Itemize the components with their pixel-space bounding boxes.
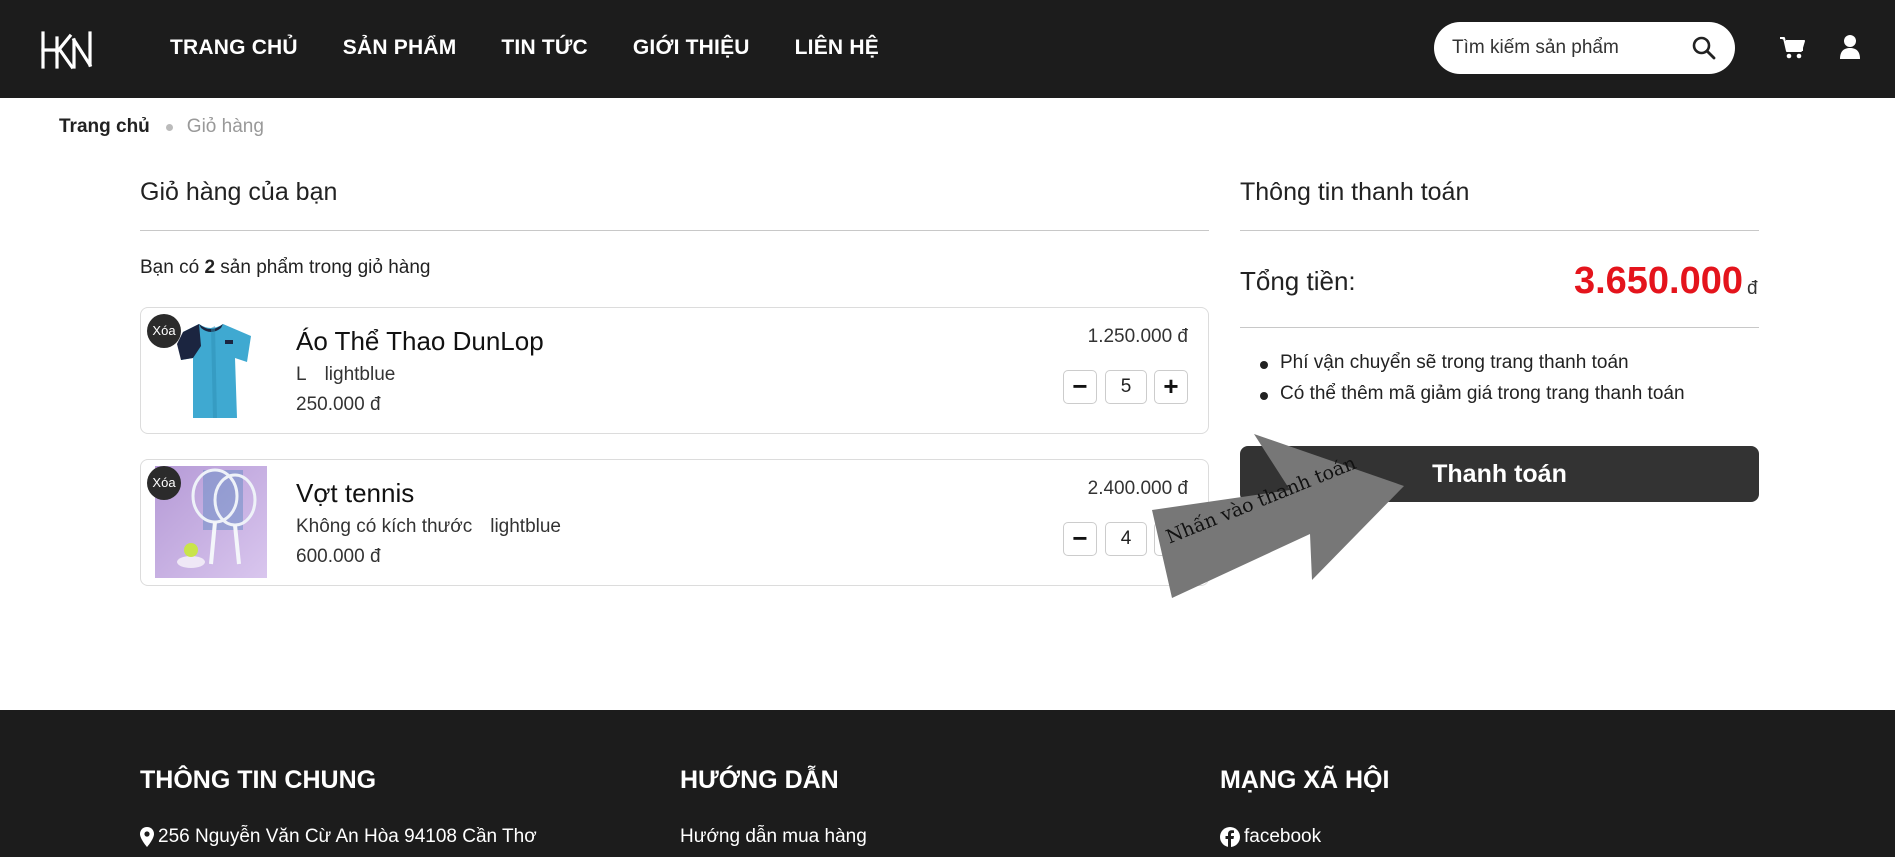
quantity-input[interactable]: [1105, 522, 1147, 556]
cart-item: Xóa Áo Thể Thao DunLop Llightblue 250.00…: [140, 307, 1209, 434]
footer-heading-social: MẠNG XÃ HỘI: [1220, 766, 1390, 794]
item-line-total: 1.250.000 đ: [1087, 326, 1188, 347]
item-variant: Llightblue: [296, 364, 395, 386]
item-variant: Không có kích thước lightblue: [296, 516, 561, 538]
footer-guide-link[interactable]: Hướng dẫn mua hàng: [680, 826, 867, 848]
cart-count-number: 2: [204, 257, 216, 278]
footer-facebook-link[interactable]: facebook: [1220, 826, 1321, 848]
remove-item-button[interactable]: Xóa: [147, 466, 181, 500]
cart-count-text: Bạn có 2 sản phẩm trong giỏ hàng: [140, 257, 431, 278]
breadcrumb-current: Giỏ hàng: [186, 116, 264, 137]
item-unit-price: 600.000 đ: [296, 546, 381, 567]
item-color: lightblue: [324, 364, 396, 385]
search-box: [1434, 22, 1735, 74]
logo[interactable]: [40, 30, 96, 70]
item-name[interactable]: Vợt tennis: [296, 478, 414, 509]
nav-item-about[interactable]: GIỚI THIỆU: [633, 36, 750, 60]
quantity-increase-button[interactable]: +: [1154, 370, 1188, 404]
cart-title: Giỏ hàng của bạn: [140, 178, 338, 206]
nav-item-contact[interactable]: LIÊN HỆ: [795, 36, 879, 60]
breadcrumb-separator: [165, 123, 173, 131]
search-input[interactable]: [1452, 35, 1682, 61]
cart-icon[interactable]: [1779, 36, 1805, 60]
total-label: Tổng tiền:: [1240, 266, 1356, 296]
cart-divider: [140, 230, 1209, 231]
search-icon[interactable]: [1690, 34, 1718, 62]
user-icon[interactable]: [1839, 34, 1861, 60]
facebook-icon: [1220, 827, 1240, 847]
breadcrumb: Trang chủ Giỏ hàng: [59, 116, 264, 138]
item-name[interactable]: Áo Thể Thao DunLop: [296, 326, 544, 357]
breadcrumb-home-link[interactable]: Trang chủ: [59, 116, 150, 138]
item-size: Không có kích thước: [296, 516, 473, 537]
item-line-total: 2.400.000 đ: [1087, 478, 1188, 499]
item-size: L: [296, 364, 307, 385]
payment-note: Phí vận chuyển sẽ trong trang thanh toán: [1260, 352, 1685, 383]
payment-notes: Phí vận chuyển sẽ trong trang thanh toán…: [1260, 352, 1685, 414]
nav-item-news[interactable]: TIN TỨC: [501, 36, 587, 60]
item-unit-price: 250.000 đ: [296, 394, 381, 415]
total-currency: đ: [1747, 278, 1758, 299]
payment-divider: [1240, 230, 1759, 231]
payment-divider: [1240, 327, 1759, 328]
total-value: 3.650.000: [1573, 260, 1743, 302]
item-color: lightblue: [490, 516, 561, 537]
quantity-input[interactable]: [1105, 370, 1147, 404]
map-marker-icon: [140, 827, 154, 847]
footer-heading-info: THÔNG TIN CHUNG: [140, 766, 377, 794]
nav-item-home[interactable]: TRANG CHỦ: [170, 36, 298, 60]
footer-address: 256 Nguyễn Văn Cừ An Hòa 94108 Cần Thơ: [140, 826, 537, 848]
site-header: TRANG CHỦ SẢN PHẨM TIN TỨC GIỚI THIỆU LI…: [0, 0, 1895, 98]
quantity-decrease-button[interactable]: −: [1063, 522, 1097, 556]
quantity-decrease-button[interactable]: −: [1063, 370, 1097, 404]
site-footer: THÔNG TIN CHUNG 256 Nguyễn Văn Cừ An Hòa…: [0, 710, 1895, 857]
remove-item-button[interactable]: Xóa: [147, 314, 181, 348]
payment-title: Thông tin thanh toán: [1240, 178, 1470, 206]
facebook-label: facebook: [1244, 826, 1322, 847]
main-nav: TRANG CHỦ SẢN PHẨM TIN TỨC GIỚI THIỆU LI…: [170, 36, 924, 60]
address-text: 256 Nguyễn Văn Cừ An Hòa 94108 Cần Thơ: [158, 826, 537, 847]
footer-heading-guide: HƯỚNG DẪN: [680, 766, 839, 794]
nav-item-products[interactable]: SẢN PHẨM: [343, 36, 457, 60]
cart-item: Xóa Vợt tennis Không có kích thước lightb…: [140, 459, 1209, 586]
payment-note: Có thể thêm mã giảm giá trong trang than…: [1260, 383, 1685, 414]
